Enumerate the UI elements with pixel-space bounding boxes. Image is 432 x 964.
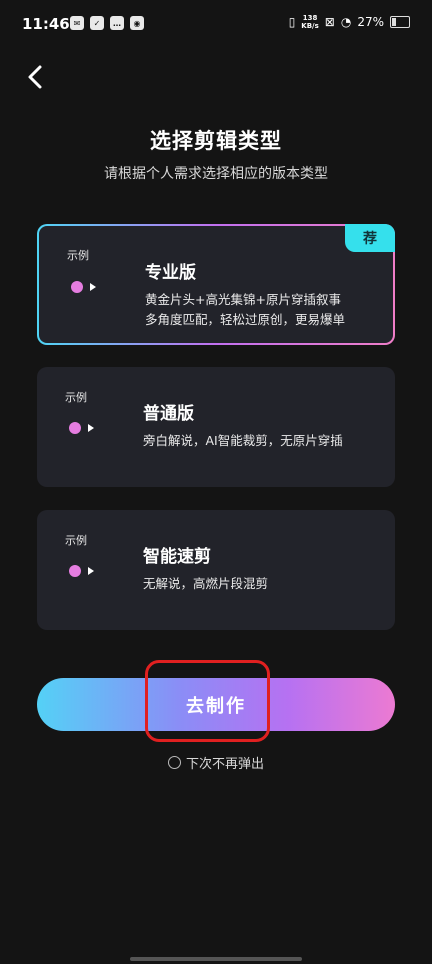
dont-show-label: 下次不再弹出 [185,757,264,772]
page-subtitle: 请根据个人需求选择相应的版本类型 [104,166,328,182]
status-right: ▯ 138 KB/s ⊠ ◔ 27% [289,14,410,30]
option-card-pro[interactable]: 荐 示例 专业版 黄金片头+高光集锦+原片穿插叙事 多角度匹配，轻松过原创，更易… [37,224,395,345]
option-title: 智能速剪 [143,547,211,567]
option-description: 无解说，高燃片段混剪 [143,574,268,594]
back-button[interactable] [22,62,52,92]
option-card-smart[interactable]: 示例 智能速剪 无解说，高燃片段混剪 [37,510,395,630]
net-speed: 138 KB/s [301,14,318,30]
option-description-line: 黄金片头+高光集锦+原片穿插叙事 [145,292,341,307]
page-title: 选择剪辑类型 [150,129,282,153]
option-description-line: 多角度匹配，轻松过原创，更易爆单 [145,312,346,327]
chat-icon: … [110,16,124,30]
net-speed-value: 138 [302,14,318,22]
option-description: 旁白解说，AI智能裁剪，无原片穿插 [143,431,343,451]
option-description-line: 无解说，高燃片段混剪 [143,576,269,591]
chevron-left-icon [28,65,42,89]
sim-icon: ⊠ [324,15,335,29]
recommend-badge: 荐 [345,224,395,252]
status-bar: 11:46 ✉ ✓ … ◉ ▯ 138 KB/s ⊠ ◔ 27% [0,0,432,52]
battery-icon [390,16,410,28]
start-making-button[interactable]: 去制作 [37,678,395,731]
check-icon: ✓ [90,16,104,30]
vibrate-icon: ▯ [288,15,296,29]
battery-percent: 27% [357,15,384,29]
option-description-line: 旁白解说，AI智能裁剪，无原片穿插 [143,433,343,448]
example-label: 示例 [67,249,89,262]
dont-show-again[interactable]: 下次不再弹出 [0,753,432,772]
net-speed-unit: KB/s [301,22,319,30]
dont-show-radio[interactable] [167,756,181,769]
example-label: 示例 [65,391,87,404]
example-label: 示例 [65,534,87,547]
wechat-icon: ◉ [130,16,144,30]
wifi-icon: ◔ [340,15,352,29]
status-time: 11:46 [22,15,70,33]
example-play-icon[interactable] [69,420,99,436]
home-indicator[interactable] [130,957,302,961]
example-play-icon[interactable] [71,279,101,295]
option-card-standard[interactable]: 示例 普通版 旁白解说，AI智能裁剪，无原片穿插 [37,367,395,487]
option-title: 普通版 [143,404,194,424]
example-play-icon[interactable] [69,563,99,579]
option-description: 黄金片头+高光集锦+原片穿插叙事 多角度匹配，轻松过原创，更易爆单 [145,290,345,330]
mail-icon: ✉ [70,16,84,30]
notification-icons: ✉ ✓ … ◉ [70,16,144,30]
option-title: 专业版 [145,263,196,283]
